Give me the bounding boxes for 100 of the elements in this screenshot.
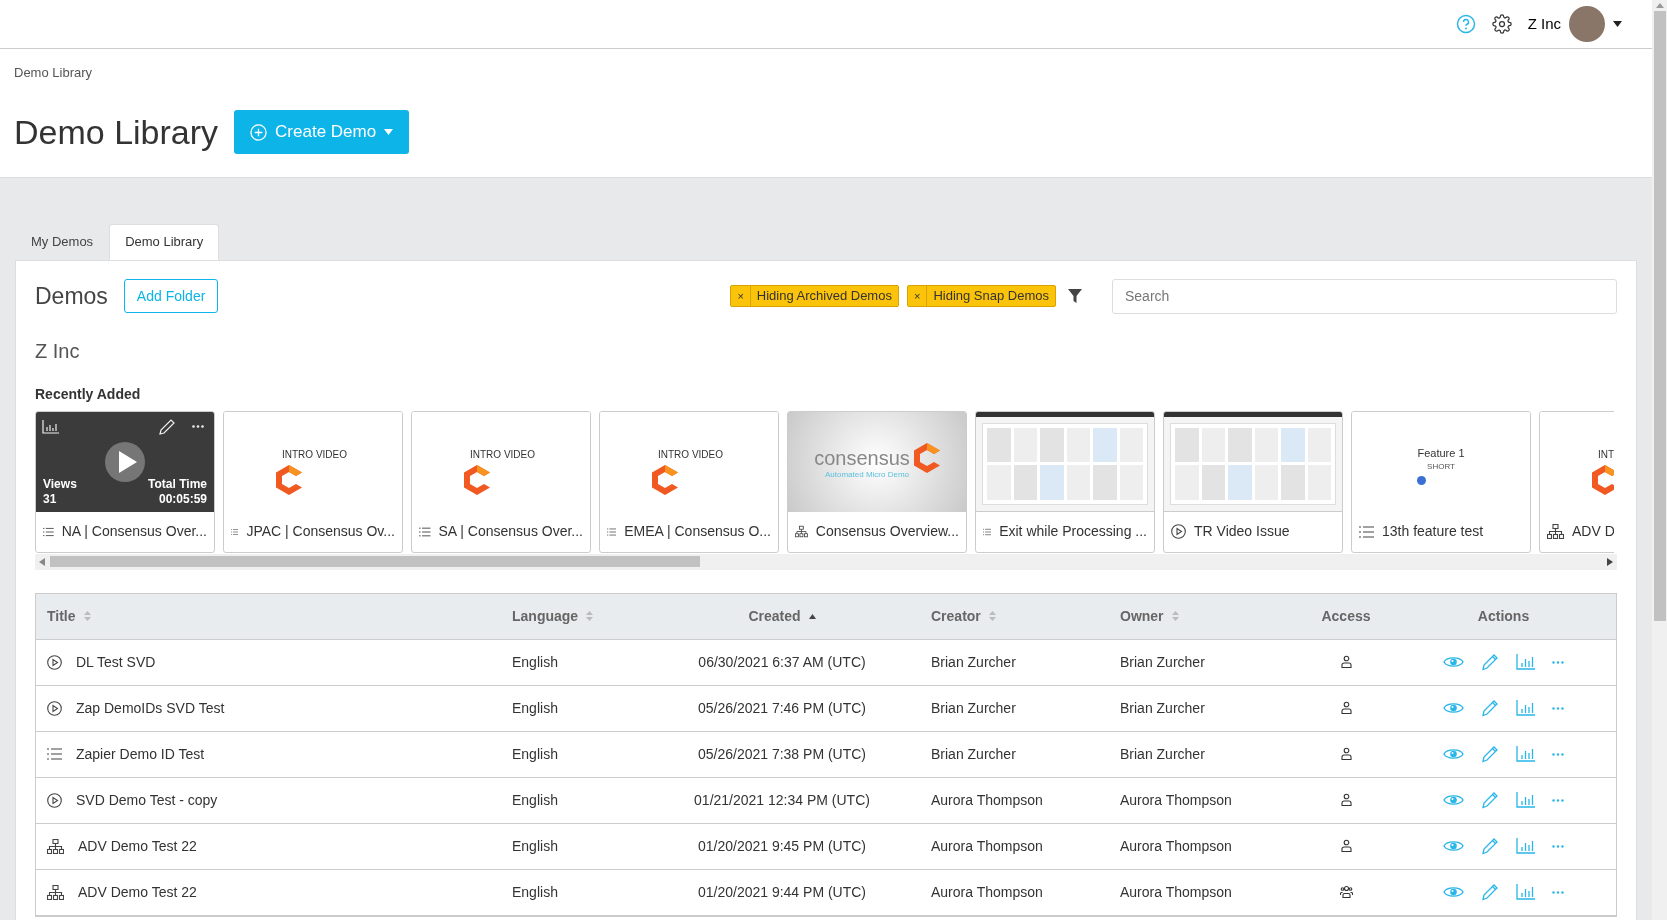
column-header[interactable]: Creator [892,593,1110,639]
list-icon [1359,525,1374,538]
panel-title: Demos [35,281,108,311]
demo-title[interactable]: Zap DemoIDs SVD Test [76,697,225,719]
remove-filter-button[interactable]: × [907,286,928,306]
tab[interactable]: My Demos [15,223,110,260]
card-title: NA | Consensus Over... [61,522,207,541]
eye-icon[interactable] [1443,701,1464,715]
bar-chart-icon[interactable] [1516,746,1535,762]
scroll-right-icon[interactable] [1607,557,1613,566]
section-heading: Recently Added [35,384,142,404]
breadcrumb[interactable]: Demo Library [14,49,1638,83]
list-icon [607,525,617,538]
demo-card[interactable]: Feature 1 SHORT 13th feature test [1351,410,1531,553]
creator-cell: Aurora Thompson [931,837,1043,854]
demo-card[interactable]: Views 31 Total Time 00:05:59 NA | Consensus Over... [35,410,215,553]
sort-icon[interactable] [586,611,594,621]
logo-tagline: Automated Micro Demo [825,468,909,481]
settings-icon[interactable] [1491,14,1512,34]
play-circle-icon [47,792,62,808]
table-row[interactable]: ADV Demo Test 22 English 01/20/2021 9:45 PM (UTC) Aurora Thompson Aurora Thompson [36,823,1616,870]
sort-icon[interactable] [83,611,91,621]
date-cell: 01/20/2021 9:45 PM (UTC) [697,837,867,854]
demo-card[interactable]: consensus Automated Micro Demo Consensus Overview... [787,410,967,553]
user-avatar[interactable] [1569,6,1605,42]
caret-icon[interactable] [1613,21,1622,27]
sort-icon[interactable] [1171,611,1179,621]
remove-filter-button[interactable]: × [731,286,751,306]
horizontal-scrollbar[interactable] [35,553,1617,570]
column-header[interactable]: Created [672,593,892,639]
help-icon[interactable] [1455,14,1476,34]
filter-icon[interactable] [1068,289,1082,303]
demo-card[interactable]: INT ADV D [1539,410,1614,553]
tab[interactable]: Demo Library [109,223,220,260]
bar-chart-icon[interactable] [1516,884,1535,900]
bar-chart-icon[interactable] [1516,654,1535,670]
creator-cell: Aurora Thompson [931,883,1043,900]
page-title: Demo Library [14,111,219,153]
table-row[interactable]: ADV Demo Test 22 English 01/20/2021 9:44 PM (UTC) Aurora Thompson Aurora Thompson [36,869,1616,916]
column-header: Actions [1476,606,1531,626]
table-row[interactable]: Zapier Demo ID Test English 05/26/2021 7:38 PM (UTC) Brian Zurcher Brian Zurcher [36,731,1616,778]
eye-icon[interactable] [1443,655,1464,669]
bar-chart-icon[interactable] [1516,700,1535,716]
organization-heading: Z Inc [35,338,81,364]
vertical-scrollbar[interactable] [1652,0,1667,920]
thumbnail-caption: INT [1598,447,1614,462]
scroll-left-icon[interactable] [39,557,45,566]
demo-title[interactable]: ADV Demo Test 22 [78,835,197,857]
eye-icon[interactable] [1443,885,1464,899]
demo-card[interactable]: Exit while Processing ... [975,410,1155,553]
owner-cell: Brian Zurcher [1120,745,1205,762]
demo-title[interactable]: SVD Demo Test - copy [76,789,218,811]
owner-cell: Aurora Thompson [1120,883,1232,900]
eye-icon[interactable] [1443,747,1464,761]
scrollbar-thumb[interactable] [1653,11,1666,621]
date-cell: 06/30/2021 6:37 AM (UTC) [698,653,866,670]
language-cell: English [512,699,558,716]
column-header[interactable]: Language [502,593,672,639]
logo-icon [652,464,678,495]
card-title: Consensus Overview... [815,522,959,541]
language-cell: English [512,653,558,670]
column-header[interactable]: Owner [1110,593,1276,639]
bar-chart-icon[interactable] [1516,838,1535,854]
card-title: 13th feature test [1382,522,1484,541]
demo-card[interactable]: TR Video Issue [1163,410,1343,553]
views-count: 31 [43,491,58,507]
table-row[interactable]: DL Test SVD English 06/30/2021 6:37 AM (UTC) Brian Zurcher Brian Zurcher [36,639,1616,686]
logo-icon [276,464,302,495]
play-button-icon[interactable] [105,441,145,482]
column-header[interactable]: Title [36,593,502,639]
language-cell: English [512,745,558,762]
play-circle-icon [47,654,62,670]
filter-label: Hiding Archived Demos [755,287,893,306]
creator-cell: Brian Zurcher [931,745,1016,762]
owner-cell: Brian Zurcher [1120,699,1205,716]
organization-name: Z Inc [1527,13,1561,34]
scroll-up-icon[interactable] [1655,3,1664,8]
demo-title[interactable]: DL Test SVD [76,651,156,673]
table-row[interactable]: Zap DemoIDs SVD Test English 05/26/2021 7:46 PM (UTC) Brian Zurcher Brian Zurcher [36,685,1616,732]
demo-card[interactable]: INTRO VIDEO EMEA | Consensus O... [599,410,779,553]
scrollbar-thumb[interactable] [50,556,700,567]
card-title: EMEA | Consensus O... [624,522,771,541]
card-title: Exit while Processing ... [999,522,1147,541]
eye-icon[interactable] [1443,839,1464,853]
play-circle-icon [1171,524,1186,539]
eye-icon[interactable] [1443,793,1464,807]
owner-cell: Aurora Thompson [1120,791,1232,808]
date-cell: 05/26/2021 7:46 PM (UTC) [697,699,867,716]
more-icon[interactable] [192,424,204,428]
demo-title[interactable]: Zapier Demo ID Test [76,743,205,765]
dot-icon [1416,476,1426,485]
demo-card[interactable]: INTRO VIDEO SA | Consensus Over... [411,410,591,553]
sort-icon[interactable] [988,611,996,621]
bar-chart-icon[interactable] [1516,792,1535,808]
thumbnail-subcaption: SHORT [1427,461,1455,473]
sort-ascending-icon[interactable] [808,613,816,619]
demo-title[interactable]: ADV Demo Test 22 [78,881,197,903]
table-row[interactable]: SVD Demo Test - copy English 01/21/2021 12:34 PM (UTC) Aurora Thompson Aurora Thompson [36,777,1616,824]
search-field[interactable]: Search [1112,278,1617,314]
demo-card[interactable]: INTRO VIDEO JPAC | Consensus Ov... [223,410,403,553]
